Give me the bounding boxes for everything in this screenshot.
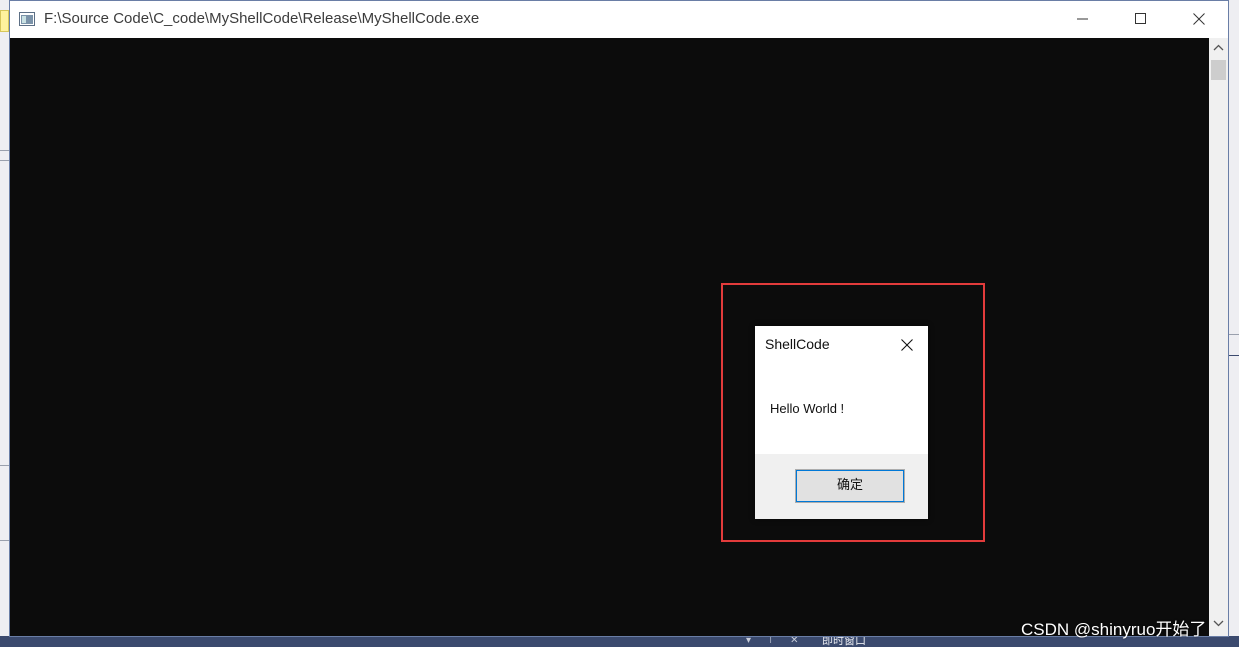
- console-window: F:\Source Code\C_code\MyShellCode\Releas…: [9, 0, 1229, 637]
- background-divider: [0, 540, 9, 541]
- maximize-icon: [1135, 13, 1146, 24]
- maximize-button[interactable]: [1112, 1, 1170, 38]
- background-divider: [0, 465, 9, 466]
- dialog-close-button[interactable]: [895, 335, 919, 355]
- scroll-down-arrow-icon[interactable]: [1213, 620, 1224, 627]
- watermark-text: CSDN @shinyruo开始了: [1021, 620, 1207, 639]
- background-divider: [0, 150, 9, 151]
- minimize-button[interactable]: [1054, 1, 1112, 38]
- scroll-up-arrow-icon[interactable]: [1213, 44, 1224, 51]
- vertical-scrollbar[interactable]: [1209, 38, 1228, 636]
- title-bar[interactable]: F:\Source Code\C_code\MyShellCode\Releas…: [10, 1, 1228, 38]
- background-divider: [0, 160, 9, 161]
- scrollbar-thumb[interactable]: [1211, 60, 1226, 80]
- window-title: F:\Source Code\C_code\MyShellCode\Releas…: [44, 10, 480, 27]
- ok-button[interactable]: 确定: [795, 469, 905, 503]
- dialog-footer: 确定: [755, 454, 928, 519]
- dialog-message: Hello World !: [770, 401, 845, 416]
- background-ide-right-strip: [1229, 0, 1239, 647]
- close-window-button[interactable]: [1170, 1, 1228, 38]
- console-output-area[interactable]: [10, 38, 1209, 636]
- close-icon: [1193, 13, 1205, 25]
- dialog-title: ShellCode: [765, 336, 830, 352]
- console-app-icon: [19, 12, 35, 26]
- minimize-icon: [1077, 18, 1088, 20]
- close-icon: [901, 339, 913, 351]
- background-ide-tab: [0, 10, 9, 32]
- background-ide-left-strip: [0, 0, 9, 647]
- message-box-dialog: ShellCode Hello World ! 确定: [755, 326, 928, 519]
- background-divider: [1229, 334, 1239, 356]
